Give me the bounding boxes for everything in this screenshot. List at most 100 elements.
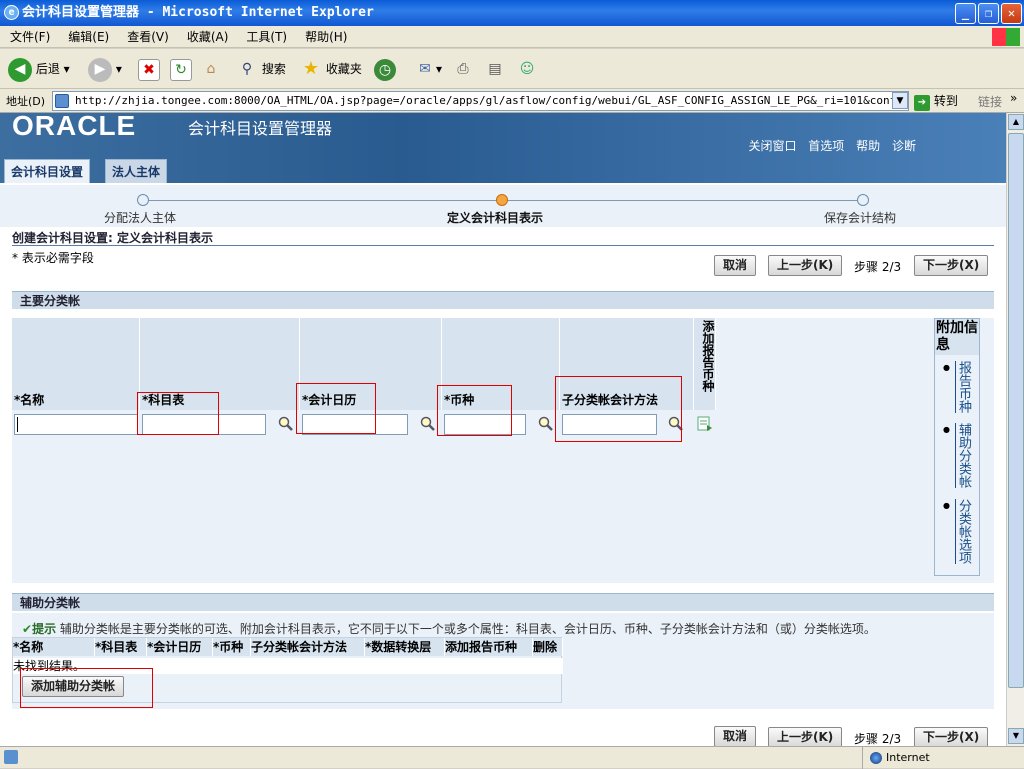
forward-button[interactable]: ▶ ▾ [88,55,122,83]
print-icon: ⎙ [457,60,469,77]
heading-divider [12,245,994,246]
print-button[interactable]: ⎙ [452,55,474,83]
home-icon: ⌂ [206,60,216,77]
tip-row: ✔提示 辅助分类帐是主要分类帐的可选、附加会计科目表示，它不同于以下一个或多个属… [22,622,876,636]
star-icon: ★ [302,57,320,79]
windows-logo-icon [992,28,1020,46]
page-heading: 创建会计科目设置: 定义会计科目表示 [12,231,213,245]
favorites-button[interactable]: ★ 收藏夹 [300,55,362,83]
train-step-1-marker[interactable] [137,194,149,206]
links-label[interactable]: 链接 [978,93,1002,110]
train-step-2-label: 定义会计科目表示 [447,211,544,225]
stop-button[interactable]: ✖ [138,55,160,83]
status-bar: Internet [0,746,1024,769]
calendar-highlight-box [296,383,376,434]
forward-arrow-icon: ▶ [88,57,112,82]
chevron-right-icon[interactable]: » [1010,91,1017,105]
train-step-1-label[interactable]: 分配法人主体 [104,209,176,226]
sec-col-currency: *币种 [213,638,251,656]
globe-icon [870,752,882,764]
search-icon: ⚲ [241,60,253,77]
sec-col-name: *名称 [13,638,95,656]
help-link[interactable]: 帮助 [856,139,880,153]
scroll-up-icon[interactable]: ▲ [1008,114,1024,130]
scroll-down-icon[interactable]: ▼ [1008,728,1024,744]
go-button[interactable]: ➔ 转到 [914,92,958,111]
coa-highlight-box [137,392,219,435]
mail-icon: ✉ [419,60,431,77]
required-note: * 表示必需字段 [12,251,94,265]
sec-col-coa: *科目表 [95,638,147,656]
minimize-button[interactable]: _ [955,3,976,24]
additional-info-box: 附加信息 ● 报告币种 ● 辅助分类帐 ● 分类帐选项 [934,318,980,576]
app-title: 会计科目设置管理器 [188,119,333,138]
bullet-2: ● [943,425,950,434]
sec-col-conversion: *数据转换层 [365,638,445,656]
close-button[interactable]: ✕ [1001,3,1022,24]
address-label: 地址(D) [6,95,46,108]
progress-train: 分配法人主体 定义会计科目表示 保存会计结构 [0,185,1006,227]
bottom-cancel-button[interactable]: 取消 [714,726,757,746]
next-step-button[interactable]: 下一步(X) [914,255,989,276]
back-button[interactable]: ◀ 后退 ▾ [8,55,70,83]
status-divider [862,747,863,769]
stop-icon: ✖ [138,58,160,81]
preferences-link[interactable]: 首选项 [808,139,844,153]
menu-view[interactable]: 查看(V) [127,30,169,44]
maximize-button[interactable]: ❐ [978,3,999,24]
browser-toolbar: ◀ 后退 ▾ ▶ ▾ ✖ ↻ ⌂ ⚲ 搜索 ★ 收藏夹 ◷ ✉ ▾ ⎙ ▤ ☺ [0,49,1024,89]
sec-col-sla: 子分类帐会计方法 [251,638,365,656]
global-links: 关闭窗口 首选项 帮助 诊断 [740,137,916,154]
cancel-button[interactable]: 取消 [714,255,757,276]
name-input[interactable] [14,414,138,435]
bottom-next-step-button[interactable]: 下一步(X) [914,727,989,746]
tab-legal-entity[interactable]: 法人主体 [105,159,168,183]
address-dropdown-icon[interactable]: ▼ [892,92,908,109]
history-button[interactable]: ◷ [374,55,396,83]
bullet-3: ● [943,501,950,510]
refresh-icon: ↻ [170,58,192,81]
messenger-button[interactable]: ☺ [516,55,538,83]
address-input[interactable]: http://zhjia.tongee.com:8000/OA_HTML/OA.… [52,91,909,111]
page-content: ORACLE 会计科目设置管理器 关闭窗口 首选项 帮助 诊断 会计科目设置 法… [0,113,1006,746]
refresh-button[interactable]: ↻ [170,55,192,83]
menu-bar: 文件(F) 编辑(E) 查看(V) 收藏(A) 工具(T) 帮助(H) [0,26,1024,48]
window-title: 会计科目设置管理器 - Microsoft Internet Explorer [22,5,374,20]
sec-col-calendar: *会计日历 [147,638,213,656]
menu-edit[interactable]: 编辑(E) [68,30,109,44]
close-window-link[interactable]: 关闭窗口 [748,139,796,153]
oracle-logo: ORACLE [12,113,137,141]
search-button[interactable]: ⚲ 搜索 [236,55,286,83]
step-indicator: 步骤 2/3 [854,260,902,274]
mail-button[interactable]: ✉ ▾ [414,55,442,83]
scroll-thumb[interactable] [1008,133,1024,688]
vertical-scrollbar[interactable]: ▲ ▼ [1006,113,1024,746]
menu-help[interactable]: 帮助(H) [305,30,347,44]
sla-highlight-box [555,376,682,442]
bottom-back-step-button[interactable]: 上一步(K) [768,727,843,746]
secondary-ledger-link[interactable]: 辅助分类帐 [956,423,971,488]
go-arrow-icon: ➔ [914,95,930,111]
coa-search-icon[interactable] [278,416,294,432]
menu-favorites[interactable]: 收藏(A) [187,30,229,44]
tab-coa-setup[interactable]: 会计科目设置 [4,159,91,183]
add-report-currency-icon[interactable] [697,416,713,432]
currency-search-icon[interactable] [538,416,554,432]
diagnostics-link[interactable]: 诊断 [892,139,916,153]
back-step-button[interactable]: 上一步(K) [768,255,843,276]
address-bar: 地址(D) http://zhjia.tongee.com:8000/OA_HT… [0,89,1024,113]
security-zone: Internet [886,751,930,764]
home-button[interactable]: ⌂ [200,55,222,83]
report-currency-link[interactable]: 报告币种 [956,361,971,413]
menu-file[interactable]: 文件(F) [10,30,50,44]
calendar-search-icon[interactable] [420,416,436,432]
ledger-options-link[interactable]: 分类帐选项 [956,499,971,564]
primary-ledger-section: 主要分类帐 [12,291,994,309]
menu-tools[interactable]: 工具(T) [246,30,287,44]
col-report-currency-header: 添加报告币种 [694,318,716,410]
add-secondary-highlight-box [20,668,153,708]
col-name-header: *名称 [12,318,140,410]
window-title-bar: e 会计科目设置管理器 - Microsoft Internet Explore… [0,0,1024,26]
edit-button[interactable]: ▤ [484,55,506,83]
history-icon: ◷ [374,58,396,81]
